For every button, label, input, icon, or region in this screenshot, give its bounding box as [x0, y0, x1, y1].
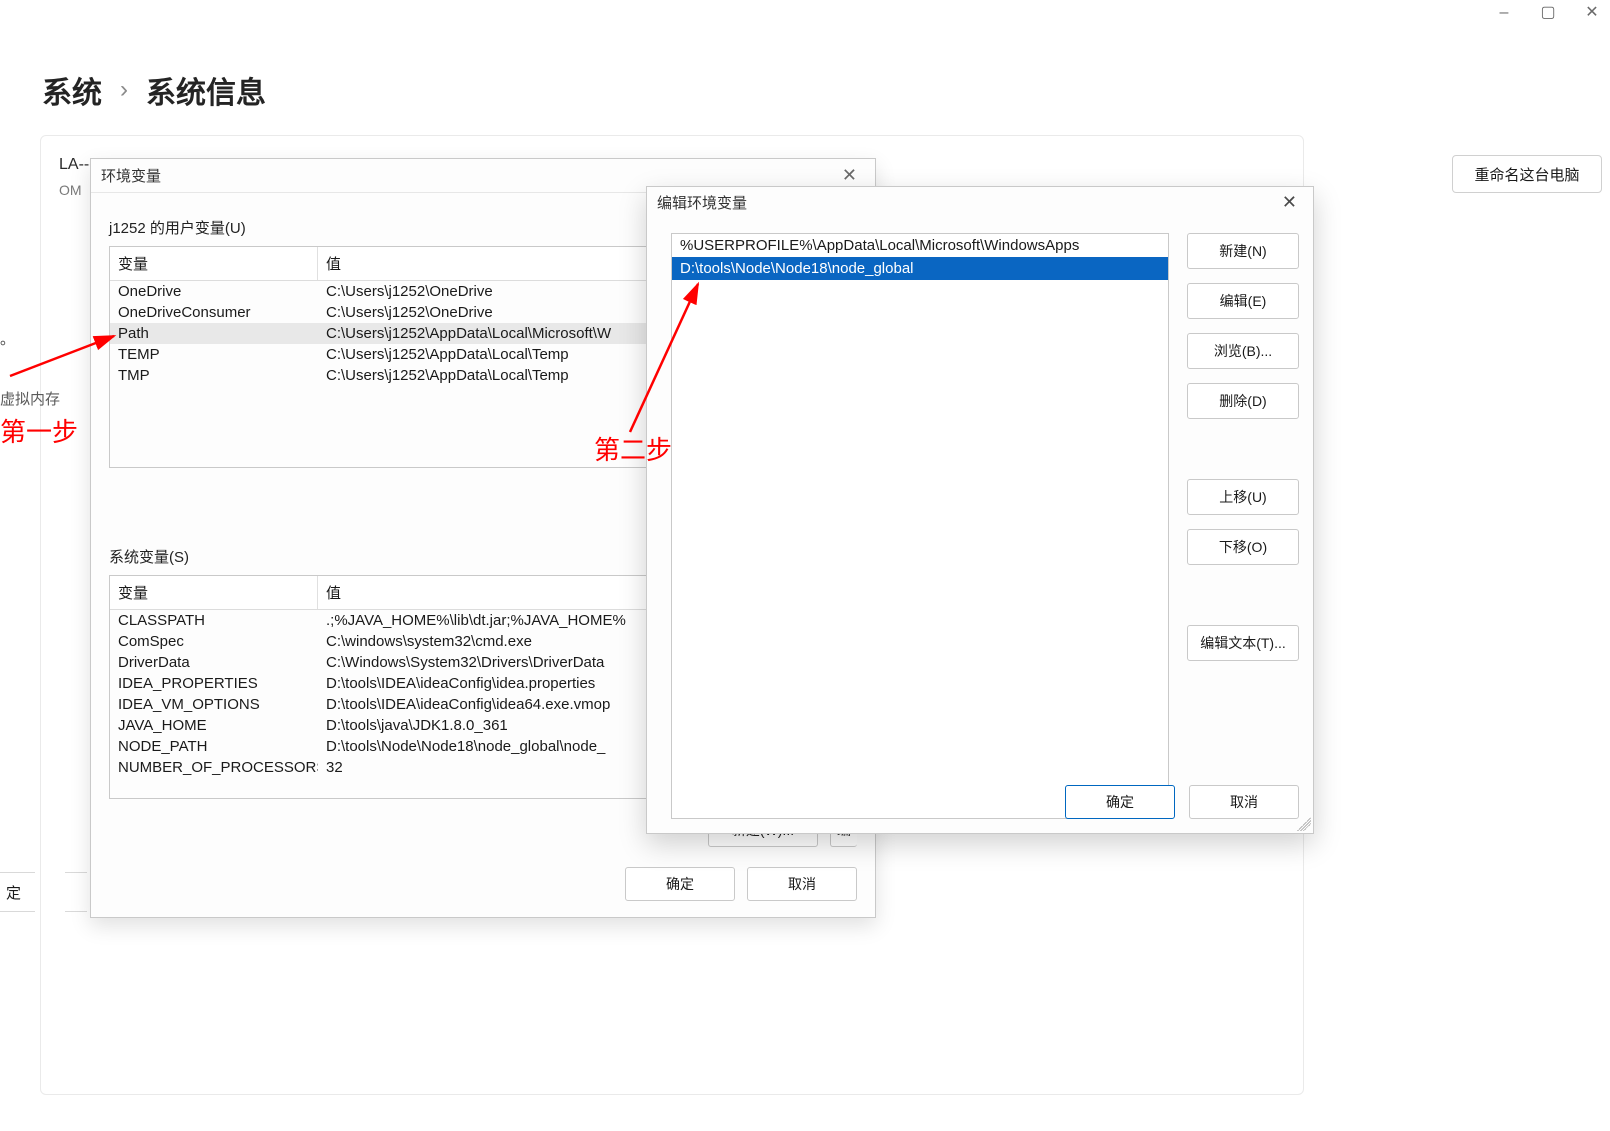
browse-button[interactable]: 浏览(B)... — [1187, 333, 1299, 369]
resize-grip-icon[interactable] — [1297, 817, 1311, 831]
close-icon[interactable]: ✕ — [1276, 192, 1303, 213]
edit-env-var-dialog: 编辑环境变量 ✕ %USERPROFILE%\AppData\Local\Mic… — [646, 186, 1314, 834]
list-item-selected[interactable]: D:\tools\Node\Node18\node_global — [672, 257, 1168, 280]
breadcrumb: 系统 › 系统信息 — [42, 68, 266, 112]
edit-dialog-footer: 确定 取消 — [1065, 785, 1299, 819]
chevron-right-icon: › — [120, 76, 128, 104]
move-up-button[interactable]: 上移(U) — [1187, 479, 1299, 515]
device-sub: OM — [59, 182, 82, 198]
breadcrumb-system[interactable]: 系统 — [42, 68, 102, 112]
dialog-title: 编辑环境变量 — [657, 192, 1276, 213]
dialog-title: 环境变量 — [101, 165, 834, 186]
delete-button[interactable]: 删除(D) — [1187, 383, 1299, 419]
dialog-title-bar[interactable]: 编辑环境变量 ✕ — [647, 187, 1313, 217]
edit-entry-button[interactable]: 编辑(E) — [1187, 283, 1299, 319]
virtual-memory-label: 虚拟内存 — [0, 388, 60, 409]
edit-side-buttons: 新建(N) 编辑(E) 浏览(B)... 删除(D) 上移(U) 下移(O) 编… — [1187, 233, 1299, 819]
bg-partial-button[interactable]: 定 — [0, 872, 35, 912]
edit-text-button[interactable]: 编辑文本(T)... — [1187, 625, 1299, 661]
close-icon[interactable]: ✕ — [834, 165, 865, 186]
minimize-icon[interactable]: – — [1496, 6, 1512, 20]
list-item[interactable]: %USERPROFILE%\AppData\Local\Microsoft\Wi… — [672, 234, 1168, 257]
col-variable[interactable]: 变量 — [110, 576, 318, 609]
env-dialog-footer: 确定 取消 — [625, 867, 857, 901]
bg-text-fragment: 。 — [0, 328, 15, 349]
col-variable[interactable]: 变量 — [110, 247, 318, 280]
rename-pc-button[interactable]: 重命名这台电脑 — [1452, 155, 1602, 193]
window-controls: – ▢ ✕ — [1496, 6, 1600, 20]
path-entries-list[interactable]: %USERPROFILE%\AppData\Local\Microsoft\Wi… — [671, 233, 1169, 819]
move-down-button[interactable]: 下移(O) — [1187, 529, 1299, 565]
bg-partial-button-2[interactable] — [65, 872, 87, 912]
ok-button[interactable]: 确定 — [625, 867, 735, 901]
page-title: 系统信息 — [146, 68, 266, 112]
new-entry-button[interactable]: 新建(N) — [1187, 233, 1299, 269]
maximize-icon[interactable]: ▢ — [1540, 6, 1556, 20]
ok-button[interactable]: 确定 — [1065, 785, 1175, 819]
close-icon[interactable]: ✕ — [1584, 6, 1600, 20]
cancel-button[interactable]: 取消 — [747, 867, 857, 901]
cancel-button[interactable]: 取消 — [1189, 785, 1299, 819]
